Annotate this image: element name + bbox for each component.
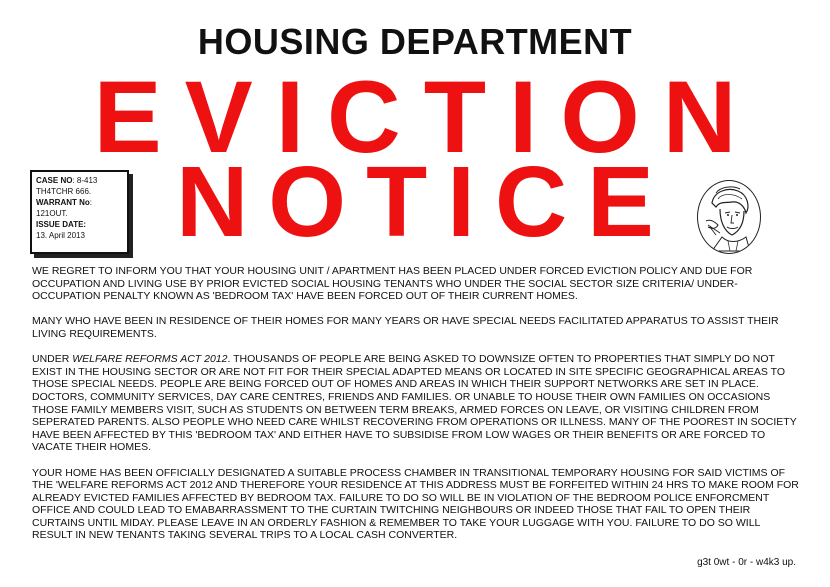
paragraph-1: WE REGRET TO INFORM YOU THAT YOUR HOUSIN… xyxy=(32,265,753,303)
case-no-label: CASE NO xyxy=(36,176,73,185)
paragraph-3: UNDER WELFARE REFORMS ACT 2012. THOUSAND… xyxy=(32,353,800,454)
issue-date-label: ISSUE DATE: xyxy=(36,220,87,229)
warrant-sep: : xyxy=(89,198,93,207)
p3-prefix: UNDER xyxy=(32,353,73,366)
warrant-row: WARRANT No: xyxy=(36,197,123,208)
portrait-seal-icon xyxy=(697,180,761,254)
p3-rest: . THOUSANDS OF PEOPLE ARE BEING ASKED TO… xyxy=(32,353,797,454)
issue-date-value: 13. April 2013 xyxy=(36,231,85,240)
warrant-label: WARRANT No xyxy=(36,198,90,207)
case-details-box: CASE NO: 8-413 TH4TCHR 666. WARRANT No : … xyxy=(30,170,129,254)
signoff-text: g3t 0wt - 0r - w4k3 up. xyxy=(697,557,796,568)
case-no-value: : 8-413 xyxy=(72,176,98,185)
p3-act-name: WELFARE REFORMS ACT 2012 xyxy=(72,353,228,366)
warrant-value: 121OUT. xyxy=(36,209,68,218)
paragraph-2: MANY WHO HAVE BEEN IN RESIDENCE OF THEIR… xyxy=(32,315,779,340)
department-header: HOUSING DEPARTMENT xyxy=(197,21,633,62)
case-no-row: CASE NO: 8-413 xyxy=(36,175,123,186)
paragraph-4: YOUR HOME HAS BEEN OFFICIALLY DESIGNATED… xyxy=(32,466,799,542)
case-no-line2: TH4TCHR 666. xyxy=(36,187,92,196)
notice-body: WE REGRET TO INFORM YOU THAT YOUR HOUSIN… xyxy=(32,265,800,555)
